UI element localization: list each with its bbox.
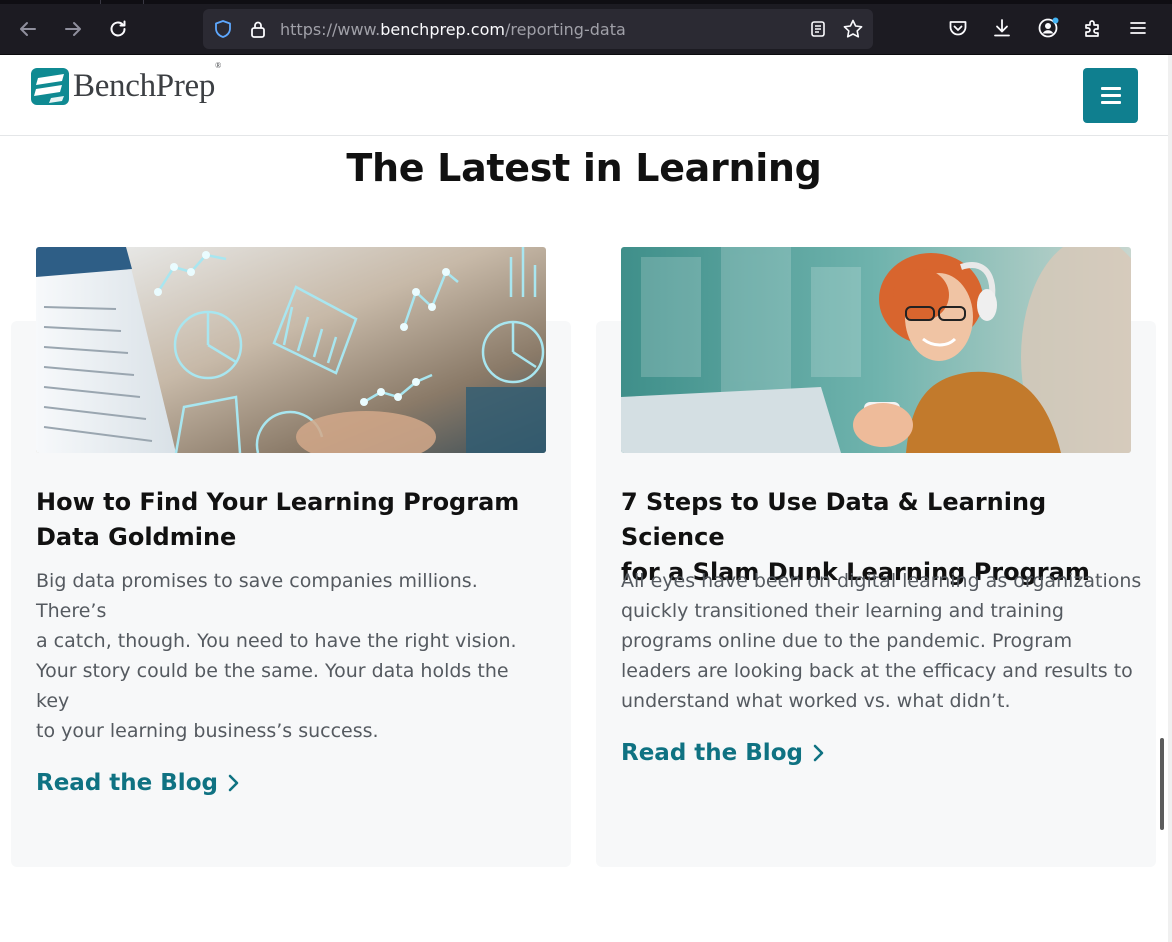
download-icon <box>994 19 1010 37</box>
reload-button[interactable] <box>101 12 135 46</box>
url-prefix: https://www. <box>280 20 381 39</box>
excerpt-line: quickly transitioned their learning and … <box>621 600 1064 622</box>
logo-wordmark: BenchPrep® <box>73 62 221 104</box>
shield-icon[interactable] <box>212 18 234 40</box>
url-text[interactable]: https://www.benchprep.com/reporting-data <box>280 20 626 39</box>
reader-view-icon[interactable] <box>807 18 829 40</box>
excerpt-line: Your story could be the same. Your data … <box>36 660 509 712</box>
extensions-icon <box>1085 20 1099 37</box>
hamburger-menu-icon <box>1130 22 1146 34</box>
reload-icon <box>110 20 126 37</box>
excerpt-line: a catch, though. You need to have the ri… <box>36 630 517 652</box>
chevron-right-icon <box>228 774 239 792</box>
browser-toolbar: https://www.benchprep.com/reporting-data <box>0 0 1172 55</box>
site-menu-button[interactable] <box>1083 68 1138 123</box>
card-title-line: Data Goldmine <box>36 523 237 551</box>
site-header: BenchPrep® <box>0 55 1168 136</box>
logo-wordmark-text: BenchPrep <box>73 68 216 104</box>
url-host: benchprep.com <box>380 20 505 39</box>
account-icon <box>1038 17 1059 38</box>
back-icon <box>20 22 36 36</box>
read-the-blog-link[interactable]: Read the Blog <box>621 740 825 766</box>
blog-card-title[interactable]: How to Find Your Learning Program Data G… <box>36 485 536 555</box>
read-the-blog-label: Read the Blog <box>621 740 803 766</box>
benchprep-logo[interactable]: BenchPrep® <box>31 62 221 105</box>
excerpt-line: to your learning business’s success. <box>36 720 379 742</box>
forward-icon <box>65 22 81 36</box>
downloads-button[interactable] <box>988 14 1016 42</box>
card-title-line: How to Find Your Learning Program <box>36 488 520 516</box>
account-button[interactable] <box>1034 14 1062 42</box>
excerpt-line: understand what worked vs. what didn’t. <box>621 690 1011 712</box>
lock-icon[interactable] <box>247 18 269 40</box>
back-button[interactable] <box>11 12 45 46</box>
chevron-right-icon <box>813 744 824 762</box>
bookmark-star-icon[interactable] <box>842 18 864 40</box>
blog-card-excerpt: All eyes have been on digital learning a… <box>621 566 1151 716</box>
address-bar[interactable]: https://www.benchprep.com/reporting-data <box>203 9 873 49</box>
blog-card-image-learner-headphones[interactable] <box>621 247 1131 453</box>
url-path: /reporting-data <box>504 20 626 39</box>
registered-mark: ® <box>215 61 221 70</box>
section-title: The Latest in Learning <box>346 146 822 190</box>
forward-button[interactable] <box>56 12 90 46</box>
read-the-blog-link[interactable]: Read the Blog <box>36 770 240 796</box>
hamburger-menu-icon <box>1100 87 1121 104</box>
blog-card-image-data-analytics[interactable] <box>36 247 546 453</box>
pocket-button[interactable] <box>944 14 972 42</box>
extensions-button[interactable] <box>1079 14 1107 42</box>
card-title-line: 7 Steps to Use Data & Learning Science <box>621 488 1047 551</box>
benchprep-logo-icon <box>31 68 69 105</box>
blog-card-excerpt: Big data promises to save companies mill… <box>36 566 546 746</box>
read-the-blog-label: Read the Blog <box>36 770 218 796</box>
excerpt-line: leaders are looking back at the efficacy… <box>621 660 1133 682</box>
pocket-icon <box>949 21 967 36</box>
page-scrollbar-track[interactable] <box>1168 55 1172 942</box>
app-menu-button[interactable] <box>1124 14 1152 42</box>
excerpt-line: Big data promises to save companies mill… <box>36 570 478 622</box>
tab-strip-edge <box>0 0 1172 4</box>
page-scrollbar-thumb[interactable] <box>1160 738 1164 830</box>
excerpt-line: programs online due to the pandemic. Pro… <box>621 630 1073 652</box>
excerpt-line: All eyes have been on digital learning a… <box>621 570 1142 592</box>
